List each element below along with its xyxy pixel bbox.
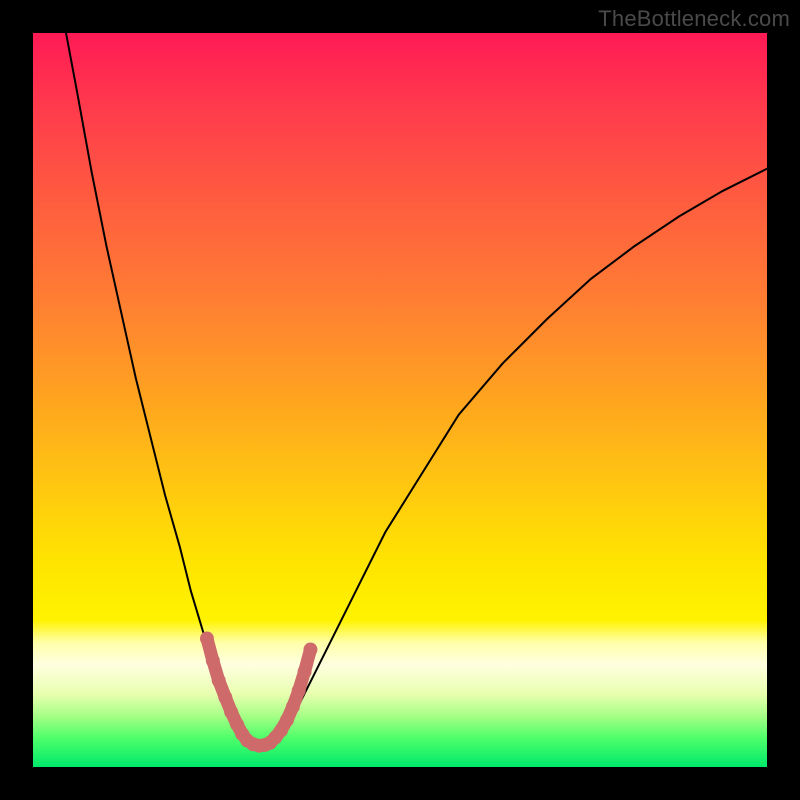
right-branch-curve [279,169,767,742]
watermark-text: TheBottleneck.com [598,6,790,32]
trough-marker-dot [286,700,300,714]
outer-frame: TheBottleneck.com [0,0,800,800]
trough-marker-dot [298,665,312,679]
curve-layer [33,33,767,767]
trough-marker-dot [218,690,232,704]
trough-marker-dot [206,654,220,668]
trough-marker-dot [303,643,317,657]
trough-marker-dot [224,705,238,719]
trough-marker-dot [212,673,226,687]
left-branch-curve [66,33,244,741]
trough-marker-dot [280,713,294,727]
trough-marker-dot [292,684,306,698]
trough-marker-dot [200,632,214,646]
